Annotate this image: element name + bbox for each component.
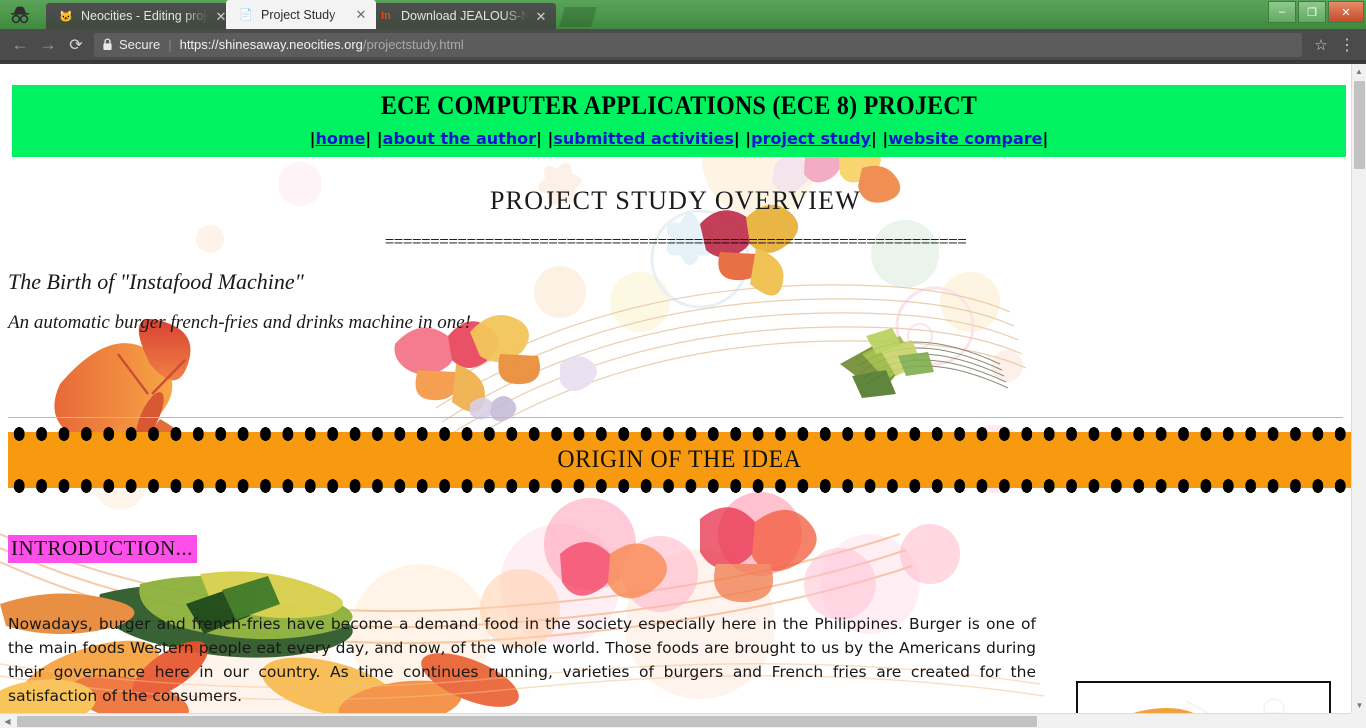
url-path: /projectstudy.html xyxy=(362,37,464,52)
browser-toolbar: ← → ⟳ Secure | https://shinesaway.neocit… xyxy=(0,29,1366,61)
nav-separator: | xyxy=(1042,129,1049,148)
back-icon[interactable]: ← xyxy=(6,31,34,59)
equals-divider: ========================================… xyxy=(384,232,967,251)
nav-link-home[interactable]: home xyxy=(315,129,365,148)
tab-title: Download JEALOUS-NIN xyxy=(401,9,528,23)
forward-icon[interactable]: → xyxy=(34,31,62,59)
minimize-button[interactable]: – xyxy=(1268,1,1296,23)
maximize-button[interactable]: ❐ xyxy=(1298,1,1326,23)
vertical-scroll-thumb[interactable] xyxy=(1354,81,1365,169)
horizontal-rule xyxy=(8,417,1343,418)
security-label: Secure xyxy=(119,37,161,52)
window-controls: – ❐ ✕ xyxy=(1266,1,1364,23)
subtitle-birth-of-instafood: The Birth of "Instafood Machine" xyxy=(8,269,304,294)
tab-close-icon[interactable]: ✕ xyxy=(354,8,368,22)
page-viewport: ECE COMPUTER APPLICATIONS (ECE 8) PROJEC… xyxy=(0,64,1366,728)
tab-close-icon[interactable]: ✕ xyxy=(534,9,548,23)
introduction-paragraph: Nowadays, burger and french-fries have b… xyxy=(8,615,1036,705)
nav-link-website-compare[interactable]: website compare xyxy=(888,129,1042,148)
incognito-hat-icon xyxy=(0,0,40,29)
tab-download-jealous[interactable]: In Download JEALOUS-NIN ✕ xyxy=(366,3,556,29)
document-favicon: 📄 xyxy=(239,9,253,21)
tab-title: Neocities - Editing proje xyxy=(81,9,208,23)
lock-icon xyxy=(102,38,113,51)
nav-separator: | xyxy=(536,129,542,148)
nav-separator: | xyxy=(733,129,740,148)
chrome-menu-icon[interactable]: ⋮ xyxy=(1334,32,1360,58)
address-bar[interactable]: Secure | https://shinesaway.neocities.or… xyxy=(94,32,1302,57)
scroll-down-arrow-icon[interactable]: ▼ xyxy=(1352,698,1366,713)
subtitle-machine-description: An automatic burger french-fries and dri… xyxy=(8,312,471,333)
horizontal-scroll-thumb[interactable] xyxy=(17,715,1037,727)
new-tab-button[interactable] xyxy=(559,7,597,27)
banner-heading: ORIGIN OF THE IDEA xyxy=(557,446,802,473)
nav-separator: | xyxy=(870,129,877,148)
tab-title: Project Study xyxy=(261,7,336,22)
tab-strip: 🐱 Neocities - Editing proje ✕ 📄 Project … xyxy=(0,0,1366,29)
cat-favicon: 🐱 xyxy=(59,10,73,23)
overview-heading: PROJECT STUDY OVERVIEW xyxy=(490,186,861,215)
web-page: ECE COMPUTER APPLICATIONS (ECE 8) PROJEC… xyxy=(0,64,1351,713)
horizontal-scrollbar[interactable]: ◀ xyxy=(0,713,1351,728)
nav-separator: | xyxy=(365,129,372,148)
tab-neocities-editing[interactable]: 🐱 Neocities - Editing proje ✕ xyxy=(46,3,236,29)
site-header: ECE COMPUTER APPLICATIONS (ECE 8) PROJEC… xyxy=(12,85,1346,157)
banner-dots-top xyxy=(8,427,1351,441)
browser-window: 🐱 Neocities - Editing proje ✕ 📄 Project … xyxy=(0,0,1366,728)
scroll-left-arrow-icon[interactable]: ◀ xyxy=(0,714,15,728)
burger-and-fries-image xyxy=(1076,681,1331,713)
origin-of-idea-banner: ORIGIN OF THE IDEA xyxy=(8,427,1351,493)
introduction-heading: INTRODUCTION... xyxy=(8,535,197,563)
in-favicon: In xyxy=(381,10,391,22)
page-title: ECE COMPUTER APPLICATIONS (ECE 8) PROJEC… xyxy=(380,91,978,120)
banner-dots-bottom xyxy=(8,479,1351,493)
nav-link-about-the-author[interactable]: about the author xyxy=(383,129,536,148)
url-host: https://shinesaway.neocities.org xyxy=(179,37,363,52)
site-navigation: |home| |about the author| |submitted act… xyxy=(12,128,1346,150)
nav-link-submitted-activities[interactable]: submitted activities xyxy=(553,129,734,148)
scrollbar-corner xyxy=(1351,713,1366,728)
close-window-button[interactable]: ✕ xyxy=(1328,1,1364,23)
nav-link-project-study[interactable]: project study xyxy=(751,129,871,148)
bookmark-star-icon[interactable]: ☆ xyxy=(1308,32,1334,58)
reload-icon[interactable]: ⟳ xyxy=(62,31,90,59)
tab-project-study[interactable]: 📄 Project Study ✕ xyxy=(226,0,376,29)
omnibox-separator: | xyxy=(168,37,172,52)
vertical-scrollbar[interactable]: ▲ ▼ xyxy=(1351,64,1366,713)
scroll-up-arrow-icon[interactable]: ▲ xyxy=(1352,64,1366,79)
